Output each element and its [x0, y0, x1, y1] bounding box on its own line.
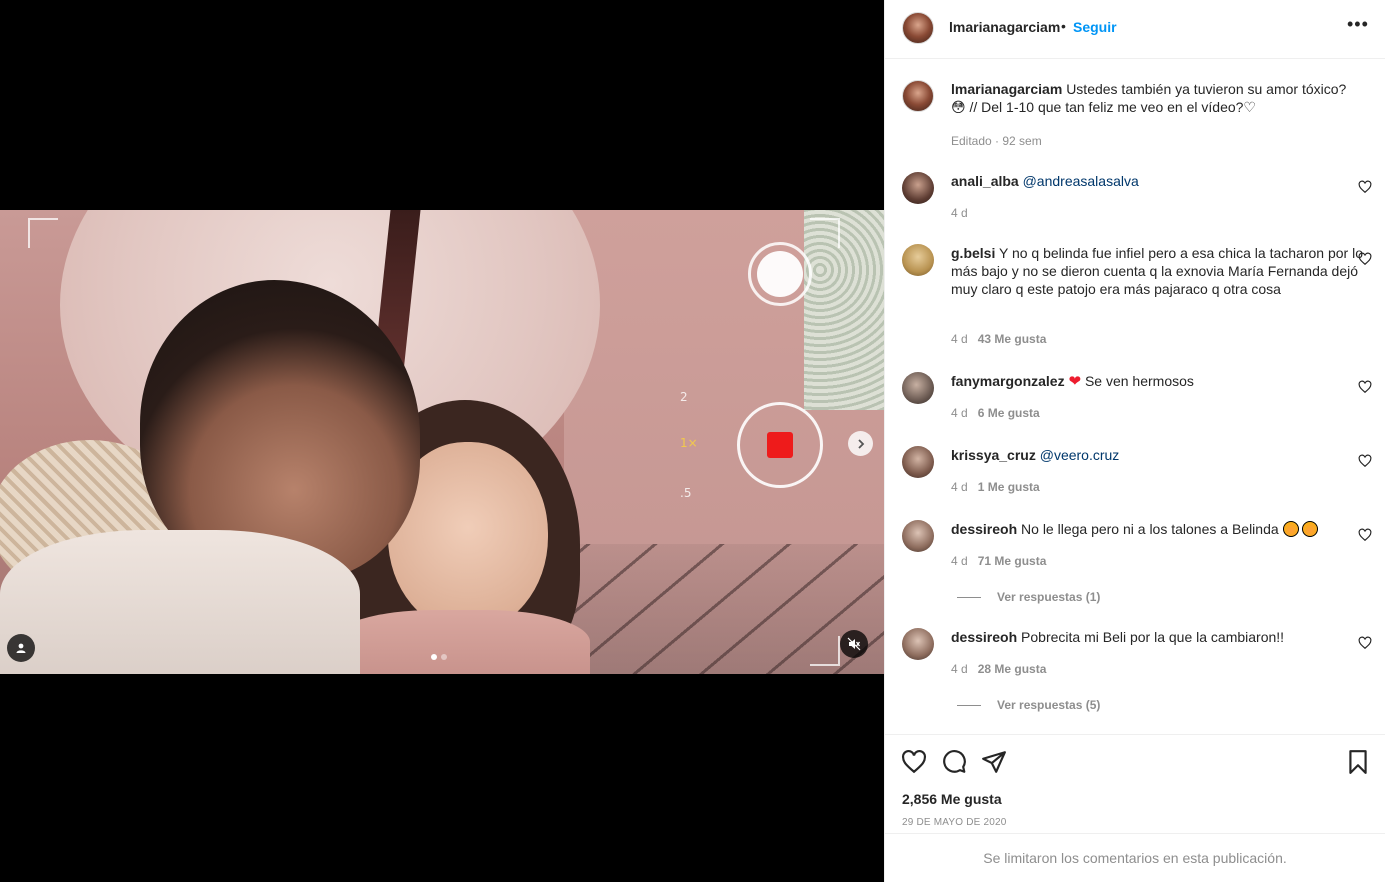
speaker-muted-icon [847, 637, 861, 651]
camera-shutter-icon [748, 242, 812, 306]
heart-icon[interactable] [1358, 454, 1372, 468]
comment-time: 4 d [951, 554, 968, 568]
comment-text-block: dessireoh Pobrecita mi Beli por la que l… [951, 628, 1363, 646]
heart-icon[interactable] [1358, 252, 1372, 266]
comment-text: Se ven hermosos [1084, 373, 1194, 389]
comment-meta: 4 d [951, 206, 968, 220]
comment-time: 4 d [951, 332, 968, 346]
heart-icon[interactable] [1358, 636, 1372, 650]
laughing-face-emoji [1302, 521, 1319, 537]
video-person-shirt [0, 530, 360, 674]
avatar[interactable] [902, 372, 934, 404]
comment-likes-link[interactable]: 28 Me gusta [978, 662, 1047, 676]
comment-text-block: g.belsi Y no q belinda fue infiel pero a… [951, 244, 1363, 298]
comment-likes-link[interactable]: 1 Me gusta [978, 480, 1040, 494]
comment-time: 4 d [951, 206, 968, 220]
comment-meta: 4 d 6 Me gusta [951, 406, 1040, 420]
zoom-level-label: 2 [680, 390, 688, 404]
post-video[interactable]: 2 1× .5 [0, 210, 884, 674]
mute-toggle-button[interactable] [840, 630, 868, 658]
heart-icon[interactable] [1358, 180, 1372, 194]
zoom-level-label: 1× [680, 436, 698, 450]
comment-icon[interactable] [941, 749, 967, 775]
post-details-panel: lmarianagarciam • Seguir ••• lmarianagar… [884, 0, 1386, 882]
comment-text-block: fanymargonzalez ❤ Se ven hermosos [951, 372, 1363, 391]
comment-likes-link[interactable]: 71 Me gusta [978, 554, 1047, 568]
heart-icon[interactable] [901, 749, 927, 775]
carousel-dot-active [431, 654, 437, 660]
record-icon [737, 402, 823, 488]
view-replies-button[interactable]: Ver respuestas (5) [957, 698, 1100, 712]
more-options-icon[interactable]: ••• [1347, 14, 1369, 35]
post-header: lmarianagarciam • Seguir ••• [885, 0, 1385, 59]
comment-meta: 4 d 43 Me gusta [951, 332, 1046, 346]
avatar[interactable] [902, 80, 934, 112]
carousel-dot [441, 654, 447, 660]
heart-icon[interactable] [1358, 380, 1372, 394]
user-icon [16, 643, 26, 653]
comment-username[interactable]: g.belsi [951, 245, 995, 261]
avatar[interactable] [902, 520, 934, 552]
comment-time: 4 d [951, 662, 968, 676]
comment-username[interactable]: fanymargonzalez [951, 373, 1065, 389]
bookmark-icon[interactable] [1345, 749, 1371, 775]
comment-time: 4 d [951, 406, 968, 420]
comment-text: Pobrecita mi Beli por la que la cambiaro… [1021, 629, 1285, 645]
comment-meta: 4 d 1 Me gusta [951, 480, 1040, 494]
caption-meta: Editado · 92 sem [951, 134, 1042, 148]
viewfinder-corner [810, 218, 840, 248]
heart-icon[interactable] [1358, 528, 1372, 542]
chevron-right-icon [857, 438, 864, 449]
header-separator: • [1061, 18, 1066, 34]
comment-likes-link[interactable]: 43 Me gusta [978, 332, 1047, 346]
avatar[interactable] [902, 446, 934, 478]
paper-plane-icon[interactable] [981, 749, 1007, 775]
viewfinder-corner [810, 636, 840, 666]
follow-button[interactable]: Seguir [1073, 19, 1117, 35]
red-heart-emoji: ❤ [1068, 373, 1082, 390]
comment-text-block: krissya_cruz @veero.cruz [951, 446, 1363, 464]
media-pane: 2 1× .5 [0, 0, 884, 882]
comment-text: Y no q belinda fue infiel pero a esa chi… [951, 245, 1363, 297]
comments-limited-notice: Se limitaron los comentarios en esta pub… [885, 833, 1385, 882]
author-username-link[interactable]: lmarianagarciam [949, 19, 1060, 35]
comment-meta: 4 d 71 Me gusta [951, 554, 1046, 568]
comment-text: No le llega pero ni a los talones a Beli… [1021, 521, 1279, 537]
flushed-face-emoji [1282, 521, 1299, 537]
avatar[interactable] [902, 244, 934, 276]
comment-likes-link[interactable]: 6 Me gusta [978, 406, 1040, 420]
video-person-body [330, 610, 590, 674]
caption-text-block: lmarianagarciam Ustedes también ya tuvie… [951, 80, 1363, 116]
post-date: 29 DE MAYO DE 2020 [902, 817, 1007, 828]
avatar[interactable] [902, 628, 934, 660]
comment-text-block: dessireoh No le llega pero ni a los talo… [951, 520, 1363, 538]
comment-username[interactable]: anali_alba [951, 173, 1019, 189]
avatar[interactable] [902, 172, 934, 204]
comment-username[interactable]: dessireoh [951, 521, 1017, 537]
comment-mention-link[interactable]: @veero.cruz [1040, 447, 1120, 463]
viewfinder-corner [28, 218, 58, 248]
view-replies-button[interactable]: Ver respuestas (1) [957, 590, 1100, 604]
comment-time: 4 d [951, 480, 968, 494]
comment-username[interactable]: krissya_cruz [951, 447, 1036, 463]
comment-meta: 4 d 28 Me gusta [951, 662, 1046, 676]
comment-mention-link[interactable]: @andreasalasalva [1023, 173, 1139, 189]
likes-count-link[interactable]: 2,856 Me gusta [902, 791, 1002, 807]
tagged-users-button[interactable] [7, 634, 35, 662]
carousel-next-button[interactable] [848, 431, 873, 456]
avatar[interactable] [902, 12, 934, 44]
carousel-indicator [431, 654, 447, 660]
zoom-level-label: .5 [680, 486, 692, 500]
caption-username[interactable]: lmarianagarciam [951, 81, 1062, 97]
comment-username[interactable]: dessireoh [951, 629, 1017, 645]
comment-text-block: anali_alba @andreasalasalva [951, 172, 1363, 190]
comments-list[interactable]: lmarianagarciam Ustedes también ya tuvie… [885, 60, 1385, 734]
